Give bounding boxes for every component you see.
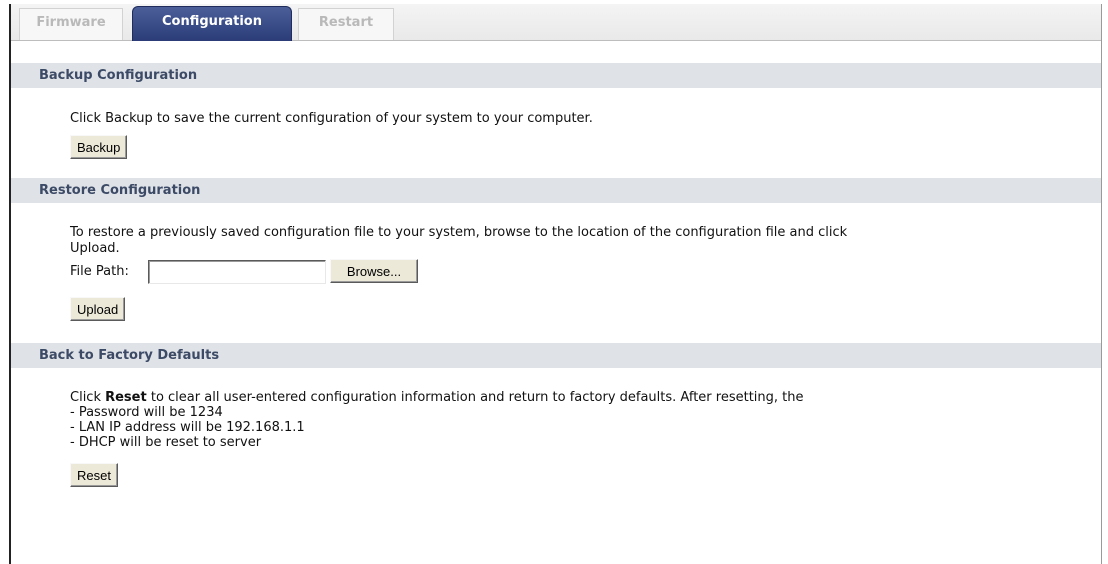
tab-bar: Firmware Configuration Restart <box>11 4 1101 41</box>
factory-item-lan-ip: - LAN IP address will be 192.168.1.1 <box>70 420 305 435</box>
backup-button[interactable]: Backup <box>70 135 128 159</box>
backup-section-header: Backup Configuration <box>11 63 1101 89</box>
factory-item-password: - Password will be 1234 <box>70 405 223 420</box>
reset-button[interactable]: Reset <box>70 463 118 487</box>
tab-firmware[interactable]: Firmware <box>19 8 123 40</box>
file-path-label: File Path: <box>70 264 129 279</box>
tab-restart[interactable]: Restart <box>298 8 394 40</box>
backup-description: Click Backup to save the current configu… <box>70 111 593 126</box>
factory-item-dhcp: - DHCP will be reset to server <box>70 435 262 450</box>
restore-section-header: Restore Configuration <box>11 178 1101 204</box>
file-path-input[interactable] <box>148 260 326 284</box>
tab-configuration[interactable]: Configuration <box>132 6 292 41</box>
restore-description-line1: To restore a previously saved configurat… <box>70 225 848 240</box>
browse-button[interactable]: Browse... <box>330 259 418 283</box>
configuration-panel: Firmware Configuration Restart Backup Co… <box>9 4 1102 564</box>
restore-description-line2: Upload. <box>70 241 120 256</box>
reset-keyword: Reset <box>105 390 147 405</box>
factory-section-header: Back to Factory Defaults <box>11 343 1101 369</box>
factory-description: Click Reset to clear all user-entered co… <box>70 390 804 405</box>
upload-button[interactable]: Upload <box>70 297 126 321</box>
